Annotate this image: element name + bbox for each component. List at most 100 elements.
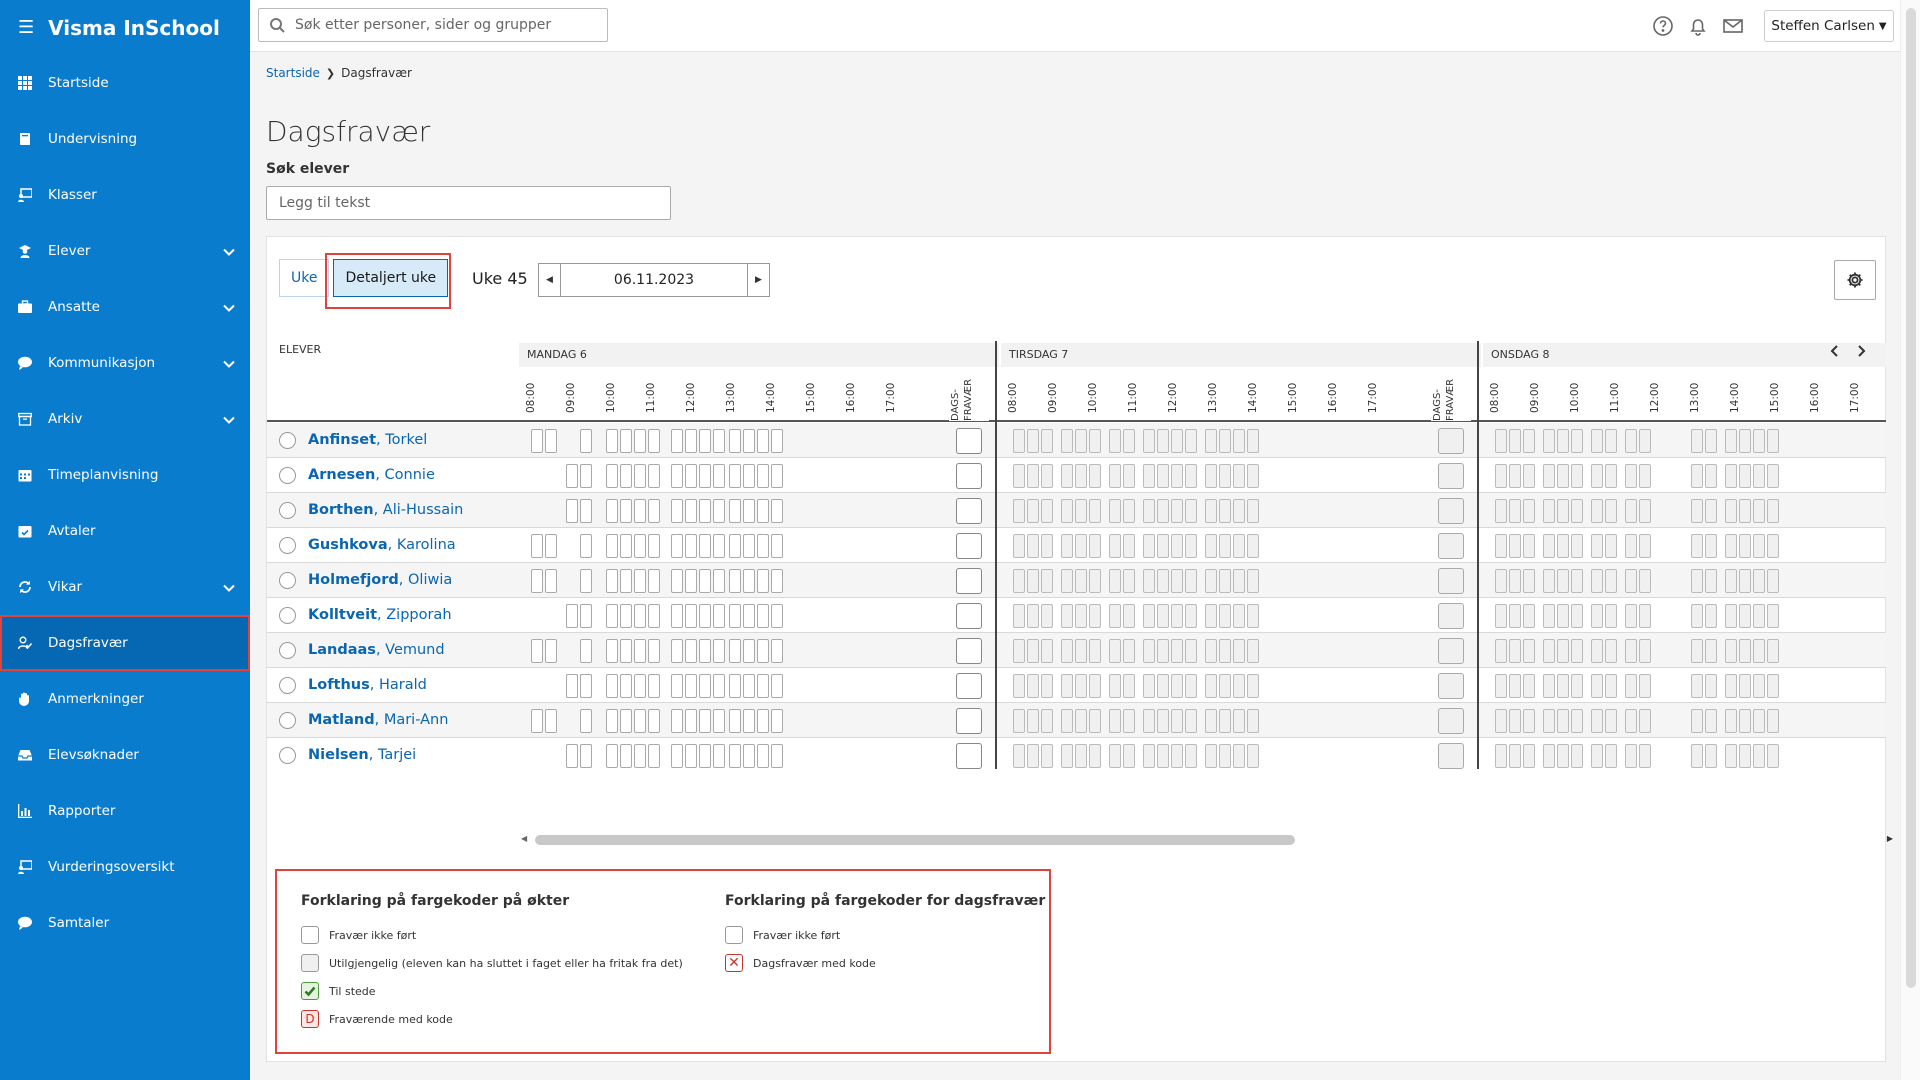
- session-cell[interactable]: [1089, 464, 1101, 488]
- session-cell[interactable]: [606, 709, 618, 733]
- session-cell[interactable]: [1143, 464, 1155, 488]
- prev-week-button[interactable]: ◀: [539, 264, 561, 296]
- session-cell[interactable]: [771, 744, 783, 768]
- session-cell[interactable]: [1753, 674, 1765, 698]
- session-cell[interactable]: [531, 709, 543, 733]
- session-cell[interactable]: [1509, 604, 1521, 628]
- sidebar-item-vikar[interactable]: Vikar: [0, 559, 250, 615]
- session-cell[interactable]: [1205, 569, 1217, 593]
- session-cell[interactable]: [1185, 534, 1197, 558]
- session-cell[interactable]: [757, 674, 769, 698]
- session-cell[interactable]: [1639, 569, 1651, 593]
- session-cell[interactable]: [1233, 534, 1245, 558]
- session-cell[interactable]: [771, 604, 783, 628]
- session-cell[interactable]: [713, 569, 725, 593]
- session-cell[interactable]: [1247, 534, 1259, 558]
- session-cell[interactable]: [1171, 674, 1183, 698]
- session-cell[interactable]: [1571, 674, 1583, 698]
- student-name[interactable]: Kolltveit, Zipporah: [308, 607, 452, 623]
- session-cell[interactable]: [685, 744, 697, 768]
- session-cell[interactable]: [620, 429, 632, 453]
- session-cell[interactable]: [1041, 499, 1053, 523]
- session-cell[interactable]: [634, 604, 646, 628]
- session-cell[interactable]: [729, 429, 741, 453]
- session-cell[interactable]: [1123, 744, 1135, 768]
- sidebar-item-rapporter[interactable]: Rapporter: [0, 783, 250, 839]
- session-cell[interactable]: [1027, 744, 1039, 768]
- session-cell[interactable]: [729, 674, 741, 698]
- session-cell[interactable]: [1089, 499, 1101, 523]
- session-cell[interactable]: [1219, 429, 1231, 453]
- session-cell[interactable]: [1061, 464, 1073, 488]
- session-cell[interactable]: [1027, 499, 1039, 523]
- session-cell[interactable]: [1605, 429, 1617, 453]
- session-cell[interactable]: [1109, 569, 1121, 593]
- session-cell[interactable]: [1205, 639, 1217, 663]
- session-cell[interactable]: [1495, 499, 1507, 523]
- session-cell[interactable]: [1123, 604, 1135, 628]
- session-cell[interactable]: [1557, 534, 1569, 558]
- sidebar-item-samtaler[interactable]: Samtaler: [0, 895, 250, 951]
- session-cell[interactable]: [1123, 639, 1135, 663]
- session-cell[interactable]: [1509, 639, 1521, 663]
- sidebar-item-timeplanvisning[interactable]: Timeplanvisning: [0, 447, 250, 503]
- session-cell[interactable]: [1753, 604, 1765, 628]
- session-cell[interactable]: [1143, 709, 1155, 733]
- session-cell[interactable]: [1061, 534, 1073, 558]
- session-cell[interactable]: [1075, 429, 1087, 453]
- session-cell[interactable]: [1219, 744, 1231, 768]
- session-cell[interactable]: [1625, 569, 1637, 593]
- session-cell[interactable]: [1247, 674, 1259, 698]
- session-cell[interactable]: [743, 429, 755, 453]
- session-cell[interactable]: [1725, 709, 1737, 733]
- daily-absence-cell[interactable]: [1438, 428, 1464, 454]
- session-cell[interactable]: [671, 604, 683, 628]
- session-cell[interactable]: [1233, 499, 1245, 523]
- session-cell[interactable]: [1185, 744, 1197, 768]
- session-cell[interactable]: [1013, 429, 1025, 453]
- session-cell[interactable]: [1543, 604, 1555, 628]
- session-cell[interactable]: [1013, 569, 1025, 593]
- session-cell[interactable]: [685, 464, 697, 488]
- session-cell[interactable]: [1109, 604, 1121, 628]
- session-cell[interactable]: [1089, 639, 1101, 663]
- sidebar-item-elevsøknader[interactable]: Elevsøknader: [0, 727, 250, 783]
- session-cell[interactable]: [1185, 569, 1197, 593]
- session-cell[interactable]: [1205, 534, 1217, 558]
- session-cell[interactable]: [1219, 569, 1231, 593]
- session-cell[interactable]: [1571, 604, 1583, 628]
- student-select-radio[interactable]: [279, 502, 296, 519]
- session-cell[interactable]: [1075, 499, 1087, 523]
- session-cell[interactable]: [685, 709, 697, 733]
- student-select-radio[interactable]: [279, 712, 296, 729]
- session-cell[interactable]: [1543, 464, 1555, 488]
- session-cell[interactable]: [1027, 464, 1039, 488]
- session-cell[interactable]: [757, 604, 769, 628]
- session-cell[interactable]: [1041, 674, 1053, 698]
- session-cell[interactable]: [1509, 674, 1521, 698]
- session-cell[interactable]: [1495, 639, 1507, 663]
- session-cell[interactable]: [1157, 534, 1169, 558]
- session-cell[interactable]: [713, 534, 725, 558]
- session-cell[interactable]: [1205, 499, 1217, 523]
- sidebar-item-elever[interactable]: Elever: [0, 223, 250, 279]
- session-cell[interactable]: [671, 709, 683, 733]
- session-cell[interactable]: [1605, 709, 1617, 733]
- session-cell[interactable]: [699, 534, 711, 558]
- session-cell[interactable]: [648, 674, 660, 698]
- sidebar-item-startside[interactable]: Startside: [0, 55, 250, 111]
- sidebar-item-dagsfravær[interactable]: Dagsfravær: [0, 615, 250, 671]
- session-cell[interactable]: [1591, 604, 1603, 628]
- session-cell[interactable]: [1185, 429, 1197, 453]
- sidebar-item-klasser[interactable]: Klasser: [0, 167, 250, 223]
- user-menu-button[interactable]: Steffen Carlsen ▼: [1764, 10, 1894, 42]
- session-cell[interactable]: [1247, 604, 1259, 628]
- daily-absence-cell[interactable]: [1438, 673, 1464, 699]
- session-cell[interactable]: [1571, 709, 1583, 733]
- session-cell[interactable]: [1691, 534, 1703, 558]
- session-cell[interactable]: [580, 569, 592, 593]
- session-cell[interactable]: [1495, 464, 1507, 488]
- session-cell[interactable]: [648, 569, 660, 593]
- session-cell[interactable]: [1027, 429, 1039, 453]
- session-cell[interactable]: [1739, 429, 1751, 453]
